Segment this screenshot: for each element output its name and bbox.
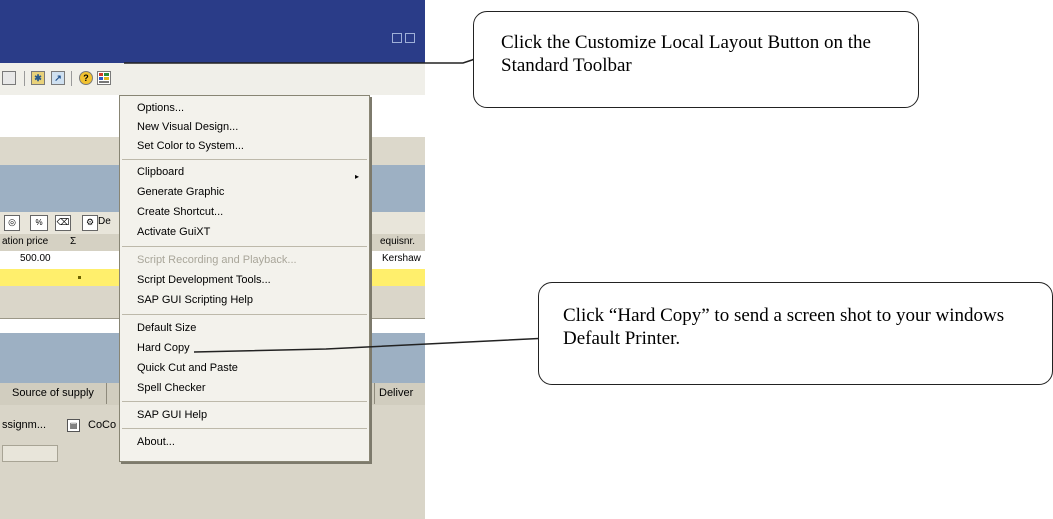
callout-hard-copy-text: Click “Hard Copy” to send a screen shot … bbox=[563, 305, 1005, 349]
callout2-pointer-line bbox=[193, 337, 550, 353]
callout1-pointer-line bbox=[124, 54, 485, 64]
callout-customize-layout: Click the Customize Local Layout Button … bbox=[473, 11, 919, 108]
callout-customize-layout-text: Click the Customize Local Layout Button … bbox=[501, 32, 871, 76]
callout-hard-copy: Click “Hard Copy” to send a screen shot … bbox=[538, 282, 1053, 385]
